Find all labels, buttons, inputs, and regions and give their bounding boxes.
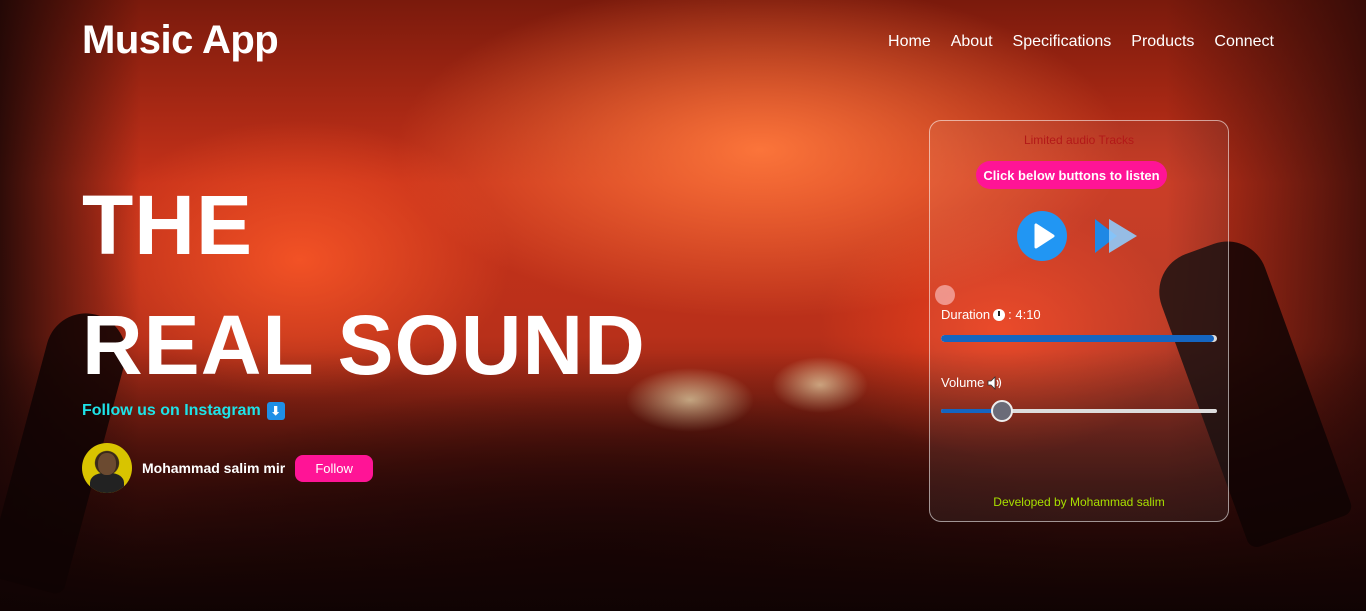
profile-card: Mohammad salim mir Follow xyxy=(82,443,374,493)
nav-connect[interactable]: Connect xyxy=(1214,33,1274,51)
volume-row: Volume xyxy=(941,375,1003,390)
next-button[interactable] xyxy=(1093,216,1139,256)
nav-about[interactable]: About xyxy=(951,33,993,51)
player-heading: Limited audio Tracks xyxy=(1023,133,1135,147)
duration-row: Duration : 4:10 xyxy=(941,307,1041,322)
duration-progress-fill xyxy=(941,335,1215,342)
hero-line-2: REAL SOUND xyxy=(82,298,646,392)
hero-line-1: THE xyxy=(82,178,253,272)
duration-progress-bar[interactable] xyxy=(941,335,1217,342)
profile-name: Mohammad salim mir xyxy=(142,460,286,476)
follow-button[interactable]: Follow xyxy=(295,454,374,482)
avatar xyxy=(82,443,132,493)
play-icon xyxy=(1034,223,1055,249)
volume-label: Volume xyxy=(941,375,985,390)
site-header: Music App Home About Specifications Prod… xyxy=(0,0,1366,90)
speaker-icon xyxy=(987,375,1002,390)
developer-credit: Developed by Mohammad salim xyxy=(993,495,1165,509)
next-icon xyxy=(1095,219,1137,253)
play-button[interactable] xyxy=(1017,211,1067,261)
instagram-text: Follow us on Instagram xyxy=(82,402,261,419)
duration-label: Duration xyxy=(941,307,991,322)
instagram-cta: Follow us on Instagram ⬇ xyxy=(82,402,285,420)
clock-icon xyxy=(993,308,1006,321)
listen-info-button[interactable]: Click below buttons to listen xyxy=(976,161,1167,189)
nav-products[interactable]: Products xyxy=(1131,33,1194,51)
main-nav: Home About Specifications Products Conne… xyxy=(888,33,1274,51)
down-arrow-icon: ⬇ xyxy=(266,402,285,420)
app-logo[interactable]: Music App xyxy=(82,18,279,63)
nav-specifications[interactable]: Specifications xyxy=(1013,33,1112,51)
volume-slider-thumb[interactable] xyxy=(990,400,1013,422)
duration-value: : 4:10 xyxy=(1008,307,1041,322)
nav-home[interactable]: Home xyxy=(888,33,931,51)
audio-player-card: Limited audio Tracks Click below buttons… xyxy=(929,120,1229,522)
volume-slider[interactable] xyxy=(941,400,1217,422)
